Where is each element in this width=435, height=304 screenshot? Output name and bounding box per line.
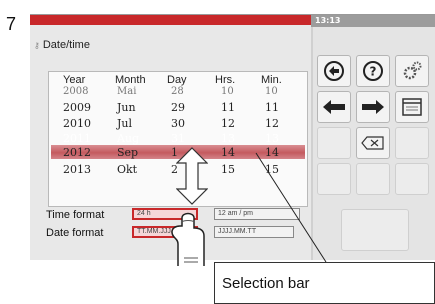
picker-cell-month[interactable]: Aug — [117, 132, 139, 145]
picker-cell-hrs[interactable]: 10 — [221, 86, 234, 97]
picker-cell-year[interactable]: 2011 — [63, 132, 91, 145]
picker-cell-hrs[interactable]: 14 — [221, 146, 235, 159]
keypad-blank-key[interactable] — [395, 127, 429, 159]
picker-cell-day[interactable]: 31 — [171, 132, 185, 145]
right-arrow-button[interactable] — [356, 91, 390, 123]
keypad-blank-key[interactable] — [317, 127, 351, 159]
window-button[interactable] — [395, 91, 429, 123]
back-button[interactable] — [317, 55, 351, 87]
column-header-month: Month — [115, 74, 146, 86]
date-format-option-yyyymmdd[interactable]: JJJJ.MM.TT — [214, 226, 294, 238]
column-header-hours: Hrs. — [215, 74, 236, 86]
picker-cell-day[interactable]: 29 — [171, 101, 185, 114]
picker-cell-year[interactable]: 2012 — [63, 146, 91, 159]
backspace-icon — [361, 136, 384, 150]
picker-cell-min[interactable]: 14 — [265, 146, 279, 159]
keypad-blank-key[interactable] — [317, 163, 351, 195]
picker-cell-month[interactable]: Mai — [117, 86, 136, 97]
column-header-year: Year — [63, 74, 86, 86]
clock-display: 13:13 — [315, 16, 341, 25]
screen-title: Date/time — [42, 39, 90, 51]
column-header-day: Day — [167, 74, 187, 86]
device-screen: 13:13 ⚷ Date/time Year Month Day Hrs. Min… — [30, 14, 435, 260]
key-icon: ⚷ — [34, 41, 40, 50]
picker-cell-year[interactable]: 2008 — [63, 86, 88, 97]
picker-cell-day[interactable]: 30 — [171, 117, 185, 130]
picker-cell-month[interactable]: Jul — [117, 117, 132, 130]
settings-button[interactable] — [395, 55, 429, 87]
picker-cell-hrs[interactable]: 15 — [221, 163, 235, 176]
picker-cell-min[interactable]: 10 — [265, 86, 278, 97]
window-icon — [402, 98, 422, 116]
help-icon: ? — [363, 61, 383, 81]
right-arrow-icon — [362, 100, 384, 114]
svg-text:?: ? — [370, 65, 377, 79]
keypad-blank-key[interactable] — [395, 163, 429, 195]
picker-cell-min[interactable]: 13 — [265, 132, 279, 145]
picker-cell-hrs[interactable]: 13 — [221, 132, 235, 145]
picker-cell-hrs[interactable]: 11 — [221, 101, 235, 114]
picker-cell-month[interactable]: Okt — [117, 163, 137, 176]
time-format-label: Time format — [46, 209, 105, 221]
left-arrow-button[interactable] — [317, 91, 351, 123]
figure-number: 7 — [6, 14, 17, 34]
date-format-label: Date format — [46, 227, 104, 239]
callout-label: Selection bar — [222, 275, 310, 292]
picker-cell-day[interactable]: 28 — [171, 86, 184, 97]
picker-cell-year[interactable]: 2009 — [63, 101, 91, 114]
picker-cell-month[interactable]: Sep — [117, 146, 138, 159]
screen-header: ⚷ Date/time — [34, 39, 90, 51]
help-button[interactable]: ? — [356, 55, 390, 87]
backspace-button[interactable] — [356, 127, 390, 159]
picker-cell-min[interactable]: 12 — [265, 117, 279, 130]
time-format-option-12h[interactable]: 12 am / pm — [214, 208, 300, 220]
touch-finger-icon — [171, 212, 205, 266]
picker-cell-year[interactable]: 2013 — [63, 163, 91, 176]
scroll-up-down-arrow-icon — [176, 147, 208, 205]
keypad-panel: ? — [311, 27, 435, 260]
picker-cell-hrs[interactable]: 12 — [221, 117, 235, 130]
selection-bar-callout: Selection bar — [214, 262, 435, 304]
picker-cell-min[interactable]: 15 — [265, 163, 279, 176]
circle-left-arrow-icon — [324, 61, 344, 81]
settings-gear-icon — [403, 61, 422, 80]
picker-cell-min[interactable]: 11 — [265, 101, 279, 114]
keypad-wide-key[interactable] — [341, 209, 409, 251]
keypad-blank-key[interactable] — [356, 163, 390, 195]
picker-cell-month[interactable]: Jun — [117, 101, 136, 114]
picker-cell-year[interactable]: 2010 — [63, 117, 91, 130]
left-arrow-icon — [323, 100, 345, 114]
column-header-minutes: Min. — [261, 74, 282, 86]
